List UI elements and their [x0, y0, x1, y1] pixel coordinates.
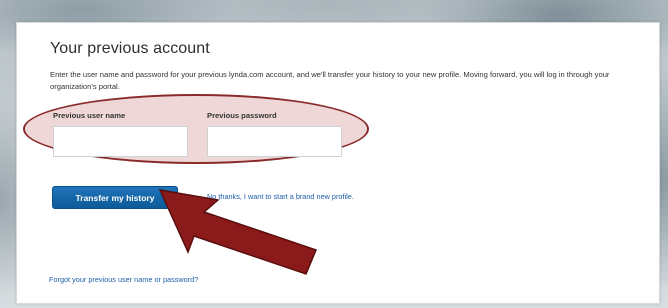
previous-username-input[interactable] — [53, 126, 188, 157]
pointer-arrow-icon — [158, 189, 318, 275]
panel-description: Enter the user name and password for you… — [50, 70, 610, 91]
previous-password-input[interactable] — [207, 126, 342, 157]
password-label: Previous password — [207, 111, 277, 120]
panel-title: Your previous account — [50, 40, 210, 57]
previous-account-panel: Your previous account Enter the user nam… — [16, 22, 660, 304]
username-label: Previous user name — [53, 111, 126, 120]
